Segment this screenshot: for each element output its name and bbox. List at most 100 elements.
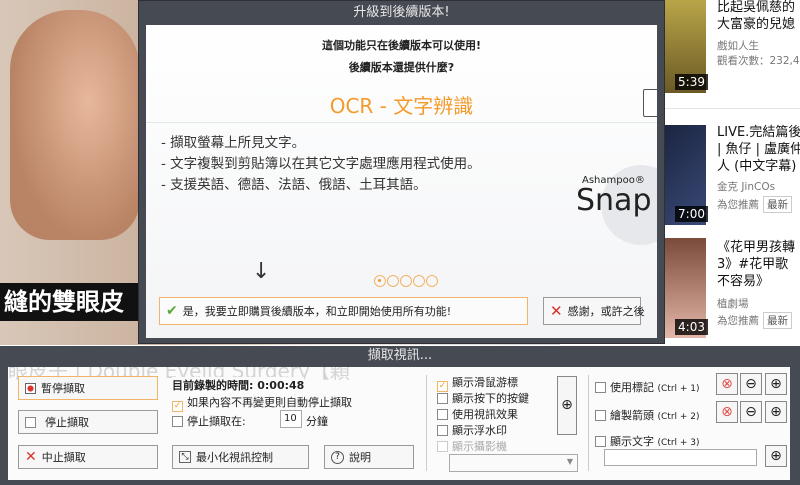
checkbox-icon bbox=[595, 410, 606, 421]
minus-icon: ⊖ bbox=[745, 376, 757, 392]
panel-title: 擷取視訊... bbox=[367, 348, 433, 363]
option-show-keys[interactable]: 顯示按下的按鍵 bbox=[437, 390, 529, 406]
decrease-marker-button[interactable]: ⊖ bbox=[740, 373, 762, 395]
camera-select[interactable]: ▼ bbox=[449, 454, 578, 472]
sidebar-video-3[interactable]: 4:03 《花甲男孩轉 3》#花甲歌 不容易》 植劇場 為您推薦 最新 bbox=[664, 238, 800, 338]
video-title: LIVE.完結篇後 bbox=[717, 125, 800, 140]
tool-arrow[interactable]: 繪製箭頭 (Ctrl + 2) bbox=[595, 407, 700, 423]
feature-line: - 支援英語、德語、法語、俄語、土耳其語。 bbox=[161, 177, 427, 193]
channel-name: 金克 JinCOs bbox=[717, 181, 776, 193]
video-title: 《花甲男孩轉 bbox=[717, 240, 796, 255]
help-label: 說明 bbox=[349, 451, 371, 464]
decrease-arrow-button[interactable]: ⊖ bbox=[740, 401, 762, 423]
time-value: 0:00:48 bbox=[257, 379, 305, 392]
product-logo: Ashampoo® Snap 10 bbox=[576, 175, 657, 216]
option-label: 使用視訊效果 bbox=[452, 408, 518, 421]
abort-capture-button[interactable]: ✕ 中止擷取 bbox=[18, 445, 158, 469]
tool-label: 繪製箭頭 bbox=[610, 409, 654, 422]
stop-capture-button[interactable]: 停止擷取 bbox=[18, 410, 158, 434]
video-title-2: | 魚仔 | 盧廣仲 bbox=[717, 142, 800, 157]
video-thumbnail: 4:03 bbox=[664, 238, 708, 338]
page-dot[interactable] bbox=[426, 275, 438, 287]
video-thumbnail: 7:00 bbox=[664, 125, 708, 225]
plus-icon: ⊕ bbox=[561, 397, 573, 413]
video-title-3: 人 (中文字幕) bbox=[717, 159, 797, 174]
option-label: 顯示滑鼠游標 bbox=[452, 376, 518, 389]
sidebar-video-2[interactable]: 7:00 LIVE.完結篇後 | 魚仔 | 盧廣仲 人 (中文字幕) 金克 Ji… bbox=[664, 125, 800, 225]
add-option-button[interactable]: ⊕ bbox=[557, 376, 577, 435]
checkbox-icon bbox=[595, 436, 606, 447]
maybe-later-button[interactable]: ✕ 感謝，或許之後 bbox=[543, 297, 645, 325]
dialog-title: 升級到後續版本! bbox=[353, 5, 450, 20]
minimize-controls-button[interactable]: ⤡ 最小化視訊控制 bbox=[172, 445, 309, 469]
tool-text[interactable]: 顯示文字 (Ctrl + 3) bbox=[595, 433, 700, 449]
feature-title: OCR - 文字辨識 bbox=[146, 89, 657, 123]
tool-label: 使用標記 bbox=[610, 381, 654, 394]
plus-icon: ⊕ bbox=[770, 376, 782, 392]
duration-badge: 5:39 bbox=[675, 74, 708, 90]
arrow-down-icon: ↓ bbox=[252, 259, 271, 284]
help-button[interactable]: ? 說明 bbox=[324, 445, 414, 469]
sidebar-video-1[interactable]: 5:39 比起吳佩慈的 大富豪的兒媳 戲如人生 觀看次數：232,4 bbox=[664, 0, 800, 100]
option-show-camera[interactable]: 顯示攝影機 bbox=[437, 438, 507, 454]
feature-line: - 擷取螢幕上所見文字。 bbox=[161, 135, 306, 151]
auto-stop-checkbox[interactable]: ✓ 如果內容不再變更則自動停止擷取 bbox=[172, 394, 352, 412]
maybe-later-label: 感謝，或許之後 bbox=[567, 305, 645, 318]
stop-minutes-input[interactable]: 10 bbox=[280, 410, 302, 428]
page-dot[interactable] bbox=[413, 275, 425, 287]
checkbox-icon bbox=[595, 382, 606, 393]
buy-now-button[interactable]: ✔ 是，我要立即購買後續版本，和立即開始使用所有功能! bbox=[159, 297, 528, 325]
video-title-2: 大富豪的兒媳 bbox=[717, 17, 796, 32]
stop-icon bbox=[25, 416, 36, 428]
add-text-button[interactable]: ⊕ bbox=[765, 445, 787, 467]
option-video-effects[interactable]: 使用視訊效果 bbox=[437, 406, 518, 422]
recommend-meta: 為您推薦 最新 bbox=[717, 312, 792, 329]
checkbox-icon bbox=[437, 393, 448, 404]
tool-marker[interactable]: 使用標記 (Ctrl + 1) bbox=[595, 379, 700, 395]
upgrade-dialog: 升級到後續版本! 這個功能只在後續版本可以使用! 後續版本還提供什麼? OCR … bbox=[138, 0, 665, 344]
cancel-icon: ⊗ bbox=[721, 404, 733, 420]
checkbox-icon bbox=[172, 416, 183, 427]
option-label: 顯示按下的按鍵 bbox=[452, 392, 529, 405]
divider bbox=[664, 108, 800, 109]
minutes-unit: 分鐘 bbox=[306, 415, 328, 428]
option-watermark[interactable]: 顯示浮水印 bbox=[437, 422, 507, 438]
text-input[interactable] bbox=[604, 449, 757, 466]
checkbox-checked-icon: ✓ bbox=[172, 401, 183, 412]
minus-icon: ⊖ bbox=[745, 404, 757, 420]
buy-now-label: 是，我要立即購買後續版本，和立即開始使用所有功能! bbox=[182, 305, 452, 318]
plus-icon: ⊕ bbox=[770, 404, 782, 420]
feature-line: - 文字複製到剪貼簿以在其它文字處理應用程式使用。 bbox=[161, 156, 481, 172]
capture-video-panel: 擷取視訊... 眼皮子 | Double Eyelid Surgery【顆 暫停… bbox=[0, 346, 800, 485]
option-label: 顯示攝影機 bbox=[452, 440, 507, 453]
tool-shortcut: (Ctrl + 3) bbox=[657, 438, 700, 448]
new-badge: 最新 bbox=[763, 312, 792, 329]
ocr-icon bbox=[643, 89, 657, 117]
page-dot[interactable] bbox=[387, 275, 399, 287]
minimize-icon: ⤡ bbox=[179, 451, 191, 463]
chevron-down-icon: ▼ bbox=[566, 457, 573, 466]
new-badge: 最新 bbox=[763, 196, 792, 213]
page-dot[interactable] bbox=[400, 275, 412, 287]
view-count: 觀看次數：232,4 bbox=[717, 55, 800, 67]
increase-arrow-button[interactable]: ⊕ bbox=[765, 401, 787, 423]
increase-marker-button[interactable]: ⊕ bbox=[765, 373, 787, 395]
record-icon bbox=[25, 382, 36, 394]
product-name: Snap 10 bbox=[576, 183, 657, 218]
page-dot[interactable] bbox=[374, 275, 386, 287]
divider bbox=[588, 375, 589, 471]
clear-markers-button[interactable]: ⊗ bbox=[716, 373, 738, 395]
cancel-icon: ⊗ bbox=[721, 376, 733, 392]
plus-icon: ⊕ bbox=[770, 448, 782, 464]
recommended-label: 為您推薦 bbox=[717, 199, 759, 211]
stop-at-checkbox[interactable]: 停止擷取在: bbox=[172, 413, 246, 429]
video-title-2: 3》#花甲歌 bbox=[717, 257, 789, 272]
dialog-body: 這個功能只在後續版本可以使用! 後續版本還提供什麼? OCR - 文字辨識 - … bbox=[146, 25, 657, 338]
option-label: 顯示浮水印 bbox=[452, 424, 507, 437]
recommend-meta: 為您推薦 最新 bbox=[717, 196, 792, 213]
minimize-label: 最小化視訊控制 bbox=[196, 451, 273, 464]
check-icon: ✔ bbox=[166, 303, 178, 319]
pause-capture-button[interactable]: 暫停擷取 bbox=[18, 376, 158, 400]
close-icon: ✕ bbox=[25, 449, 37, 465]
clear-arrows-button[interactable]: ⊗ bbox=[716, 401, 738, 423]
